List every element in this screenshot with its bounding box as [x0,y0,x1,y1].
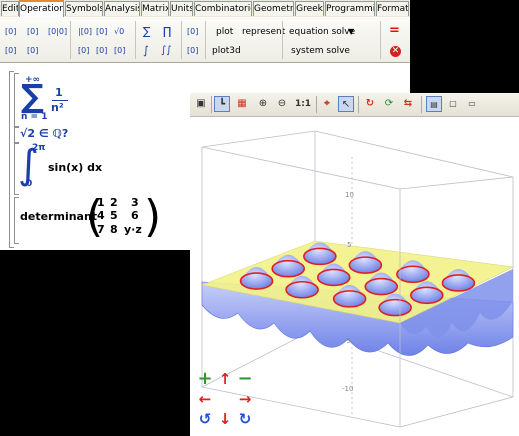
matrix-cell: 7 [97,223,105,236]
refresh-icon[interactable]: ⟳ [381,96,397,112]
plot-button[interactable]: plot [216,24,233,40]
z-tick-label: -10 [342,385,353,393]
product-template-button[interactable]: ∏ [163,24,171,40]
move-icon[interactable]: ⇆ [400,96,416,112]
zoom-minus-button[interactable]: − [236,370,254,388]
pan-up-button[interactable]: ↑ [216,371,234,387]
tab-units[interactable]: Units [170,1,193,16]
rotate-left-button[interactable]: ↺ [196,411,214,427]
integral-lower-limit: 0 [26,179,33,189]
tab-combinatorics[interactable]: Combinatorics [194,1,252,16]
fraction-denominator: n² [51,101,64,114]
save-icon[interactable]: ▣ [193,96,209,112]
nroot-template-button[interactable]: [0] [114,43,125,59]
matrix-cell: 5 [110,209,118,222]
matrix-template-button[interactable]: [0] [187,24,198,40]
tab-greek[interactable]: Greek [295,1,324,16]
tab-operations[interactable]: Operations [19,0,64,17]
square-template-button[interactable]: [0] [27,43,38,59]
integral-body[interactable]: sin(x) dx [48,161,102,174]
tab-geometry[interactable]: Geometry [253,1,294,16]
rotate-right-button[interactable]: ↻ [236,411,254,427]
z-tick-label: 10 [345,191,354,199]
tab-edit[interactable]: Edit [1,1,19,16]
plot-toolbar: ▣ ┗ ▦ ⊕ ⊖ 1:1 ⌖ ↖ ↻ ⟳ ⇆ ▤ ▢ ▭ [190,93,519,117]
zoom-out-icon[interactable]: ⊖ [274,96,290,112]
plot3d-window: ▣ ┗ ▦ ⊕ ⊖ 1:1 ⌖ ↖ ↻ ⟳ ⇆ ▤ ▢ ▭ 10 5 -5 -1… [190,93,519,436]
export-icon[interactable]: ▭ [464,96,480,112]
matrix-cell: 2 [110,196,118,209]
legend-icon[interactable]: ▤ [426,96,442,112]
tab-matrix[interactable]: Matrix [141,1,169,16]
sum-symbol: ∑ [21,77,44,115]
options-icon[interactable]: ▢ [445,96,461,112]
index-template-button[interactable]: [0] [96,43,107,59]
cell-bracket[interactable] [14,197,19,244]
represent-button[interactable]: represent [242,24,285,40]
grid-icon[interactable]: ▦ [234,96,250,112]
matrix-cell: 6 [131,209,139,222]
zoom-in-icon[interactable]: ⊕ [255,96,271,112]
plot3d-button[interactable]: plot3d [212,43,241,59]
tab-format[interactable]: Format [376,1,409,16]
tab-symbols[interactable]: Symbols [65,1,103,16]
menu-tabbar: Edit Operations Symbols Analysis Matrix … [0,0,410,18]
subscript-template-button[interactable]: [0] [78,43,89,59]
power-template-button[interactable]: [0] [96,24,107,40]
zoom-plus-button[interactable]: + [196,370,214,388]
cell-bracket[interactable] [14,73,19,127]
matrix-right-paren: ) [144,191,162,242]
fraction-template-button[interactable]: |[0] [78,24,92,40]
matrix-cell: 1 [97,196,105,209]
sqrt-expression[interactable]: √2 ∈ ℚ? [20,127,68,140]
sum-template-button[interactable]: ∑ [143,24,150,40]
bracket-template-button[interactable]: [0] [27,24,38,40]
brace-template-button[interactable]: [0] [5,43,16,59]
tab-analysis[interactable]: Analysis [104,1,140,16]
integral-template-button[interactable]: ∫ [143,43,149,59]
cell-bracket[interactable] [14,127,19,143]
pan-down-button[interactable]: ↓ [216,411,234,427]
matrix-cell: 4 [97,209,105,222]
paren-template-button[interactable]: [0] [5,24,16,40]
pan-left-button[interactable]: ← [196,391,214,407]
axes-icon[interactable]: ┗ [214,96,230,112]
tab-programming[interactable]: Programming [325,1,375,16]
dropdown-arrow-icon[interactable]: ▼ [348,24,354,40]
pointer-icon[interactable]: ↖ [338,96,354,112]
crosshair-icon[interactable]: ⌖ [319,96,335,112]
operations-palette: [0] [0] [0|0] |[0] [0] √0 ∑ ∏ [0] plot r… [0,17,410,63]
equation-solve-button[interactable]: equation solve [289,24,355,40]
fraction-numerator: 1 [55,86,63,99]
matrix-cell: 8 [110,223,118,236]
delete-icon[interactable]: ✕ [390,46,401,57]
double-integral-template-button[interactable]: ∫∫ [161,43,171,59]
evaluate-button[interactable]: = [389,23,400,39]
vector-template-button[interactable]: [0] [187,43,198,59]
zoom-reset-button[interactable]: 1:1 [293,96,313,112]
matrix-cell: 3 [131,196,139,209]
z-tick-label: -5 [344,337,351,345]
sqrt-template-button[interactable]: √0 [114,24,124,40]
rotate-icon[interactable]: ↻ [362,96,378,112]
pan-right-button[interactable]: → [236,391,254,407]
abs-template-button[interactable]: [0|0] [48,24,67,40]
sum-lower-limit: n = 1 [21,112,48,122]
system-solve-button[interactable]: system solve [291,43,350,59]
matrix-cell: y·z [124,223,142,236]
z-tick-label: 5 [347,241,351,249]
